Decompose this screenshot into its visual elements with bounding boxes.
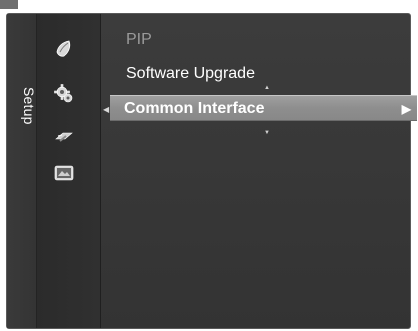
- active-category-pointer: ◀: [103, 105, 110, 114]
- setup-gear-icon[interactable]: [53, 83, 75, 105]
- application-icon[interactable]: [53, 162, 75, 184]
- scroll-up-indicator: ▲: [264, 85, 270, 91]
- category-title: Setup: [21, 87, 37, 125]
- menu-item-common-interface[interactable]: Common Interface ▶: [110, 95, 417, 121]
- top-edge-strip: [0, 0, 18, 9]
- submenu-arrow-icon: ▶: [401, 102, 411, 116]
- scroll-down-indicator: ▼: [264, 130, 270, 136]
- setup-menu-panel: Setup ◀ PIP Software Upgrade ▲ Common In…: [6, 13, 417, 329]
- menu-item-pip[interactable]: PIP: [110, 27, 417, 53]
- menu-item-label: Common Interface: [124, 100, 265, 117]
- menu-item-label: PIP: [126, 31, 152, 48]
- category-side-tab: Setup: [7, 14, 37, 328]
- picture-icon[interactable]: [53, 38, 75, 60]
- input-icon[interactable]: [53, 126, 75, 148]
- menu-item-software-upgrade[interactable]: Software Upgrade: [110, 61, 417, 87]
- menu-item-label: Software Upgrade: [126, 65, 255, 82]
